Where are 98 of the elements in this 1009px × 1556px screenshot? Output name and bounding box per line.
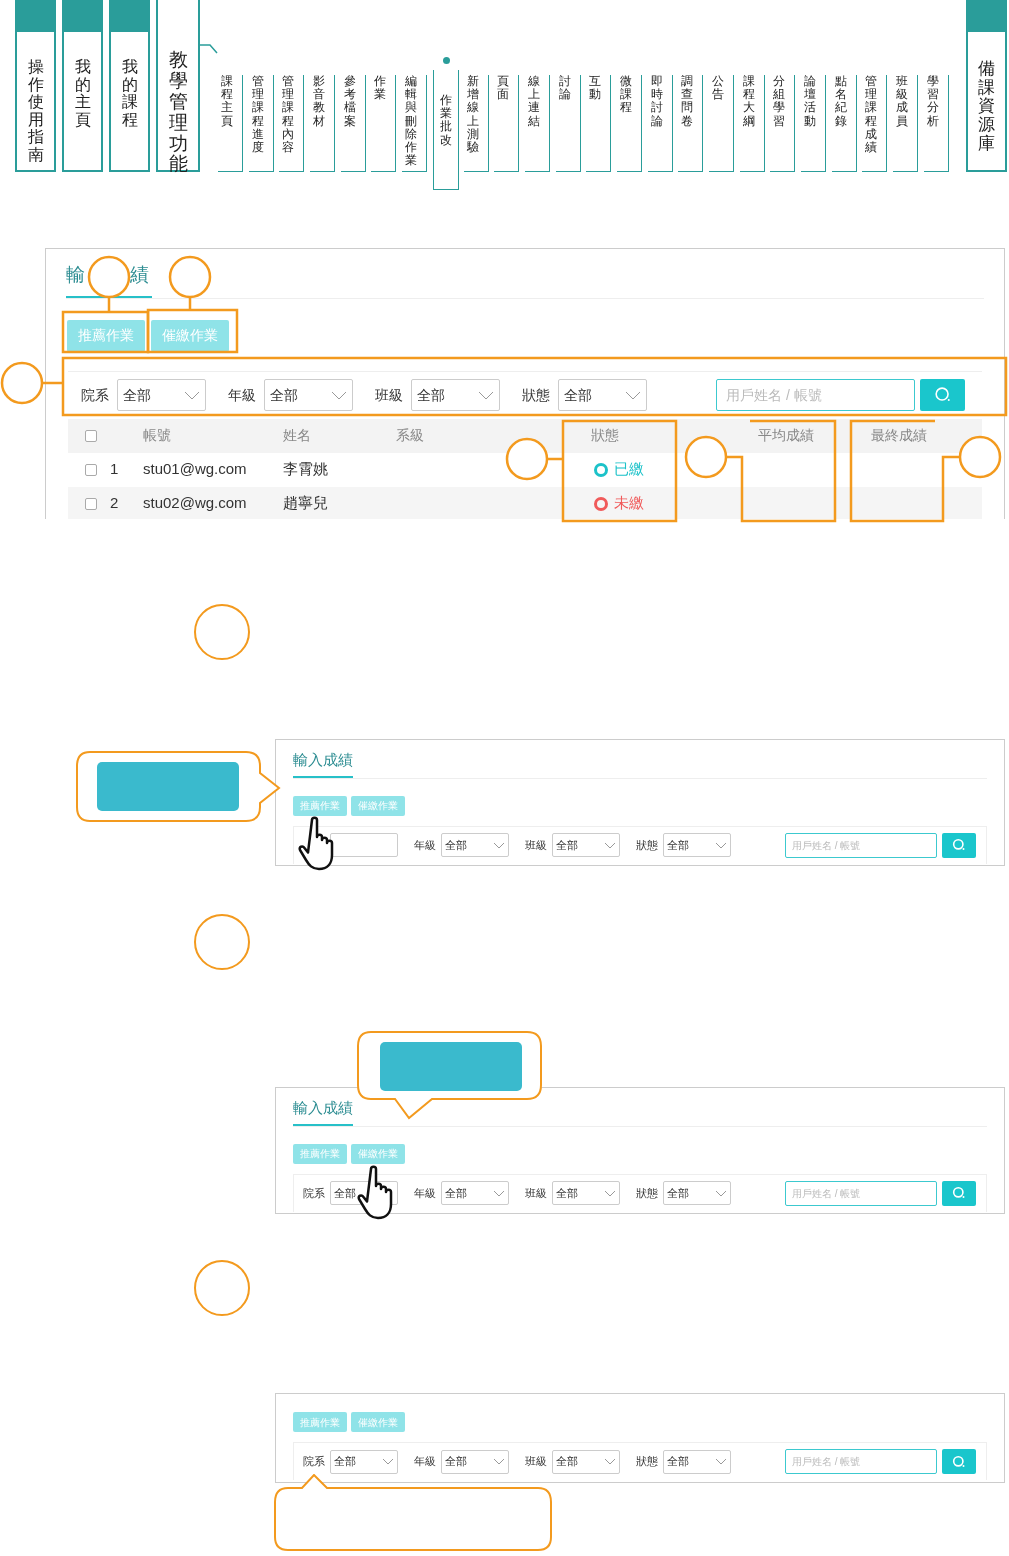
search-button[interactable] bbox=[942, 832, 976, 858]
status-label: 已繳 bbox=[614, 459, 644, 480]
page-title: 輸入成績 bbox=[293, 1097, 353, 1126]
dropdown[interactable]: 全部 bbox=[264, 379, 353, 411]
nav-sub-item[interactable]: 課程主頁 bbox=[218, 75, 243, 172]
column-header: 平均成績 bbox=[758, 426, 814, 445]
search-field[interactable]: 用戶姓名 / 帳號 bbox=[716, 379, 915, 411]
table-cell-text: stu02@wg.com bbox=[143, 493, 247, 514]
dropdown[interactable]: 全部 bbox=[552, 1449, 620, 1474]
table-cell-text: 趙寧兒 bbox=[283, 493, 328, 514]
nav-sub-item[interactable]: 作業 bbox=[371, 75, 397, 172]
nav-sub-item[interactable]: 課程大綱 bbox=[739, 75, 765, 172]
status-label: 未繳 bbox=[614, 493, 644, 514]
dropdown[interactable]: 全部 bbox=[558, 379, 647, 411]
nav-sub-item[interactable]: 公告 bbox=[709, 75, 734, 172]
filter-label: 院系 bbox=[81, 385, 110, 405]
filter-label: 班級 bbox=[525, 1454, 548, 1470]
column-header: 系級 bbox=[396, 426, 424, 445]
chevron-down-icon bbox=[604, 1189, 616, 1197]
chevron-down-icon bbox=[715, 1458, 727, 1465]
dropdown[interactable]: 全部 bbox=[117, 379, 206, 411]
filter-label: 班級 bbox=[525, 1185, 548, 1201]
dropdown[interactable]: 全部 bbox=[441, 1449, 509, 1474]
chevron-down-icon bbox=[715, 1189, 727, 1197]
nav-sub-item[interactable]: 管理課程成績 bbox=[862, 75, 888, 172]
chevron-down-icon bbox=[493, 1189, 505, 1197]
nav-sub-item[interactable]: 學習分析 bbox=[923, 75, 949, 172]
chevron-down-icon bbox=[331, 390, 347, 400]
page-title: 績 bbox=[130, 263, 149, 287]
chevron-down-icon bbox=[493, 841, 505, 849]
filter-label: 院系 bbox=[303, 1454, 326, 1470]
chevron-down-icon bbox=[604, 841, 616, 849]
nav-sub-item[interactable]: 頁面 bbox=[494, 75, 520, 172]
connector-line bbox=[200, 44, 218, 54]
filter-label: 狀態 bbox=[636, 837, 659, 853]
nav-sub-item[interactable]: 即時討論 bbox=[647, 75, 673, 172]
dropdown[interactable]: 全部 bbox=[663, 833, 731, 857]
nav-sub-item[interactable]: 新增線上測驗 bbox=[463, 75, 489, 172]
chevron-down-icon bbox=[625, 390, 641, 400]
filter-label: 年級 bbox=[414, 1454, 437, 1470]
page-title: 輸 bbox=[66, 263, 85, 287]
checkbox[interactable] bbox=[85, 463, 97, 476]
filter-label: 年級 bbox=[414, 837, 437, 853]
filter-label: 狀態 bbox=[636, 1185, 659, 1201]
row-number: 1 bbox=[110, 459, 119, 480]
chevron-down-icon bbox=[184, 390, 200, 400]
chevron-down-icon bbox=[715, 841, 727, 849]
search-button[interactable] bbox=[942, 1180, 976, 1206]
nav-sub-item[interactable]: 點名紀錄 bbox=[831, 75, 857, 172]
search-icon bbox=[952, 838, 966, 852]
chevron-down-icon bbox=[604, 1458, 616, 1465]
nav-sub-item[interactable]: 線上連結 bbox=[524, 75, 550, 172]
row-number: 2 bbox=[110, 493, 119, 514]
filter-label: 班級 bbox=[375, 385, 404, 405]
nav-sub-item[interactable]: 討論 bbox=[555, 75, 581, 172]
chevron-down-icon bbox=[478, 390, 494, 400]
nav-sub-item[interactable]: 調查問卷 bbox=[678, 75, 704, 172]
column-header: 帳號 bbox=[143, 426, 171, 445]
filter-label: 院系 bbox=[303, 1185, 326, 1201]
dropdown[interactable]: 全部 bbox=[441, 1181, 509, 1205]
nav-sub-item[interactable]: 班級成員 bbox=[893, 75, 919, 172]
nav-sub-item[interactable]: 分組學習 bbox=[770, 75, 796, 172]
table-cell-text: stu01@wg.com bbox=[143, 459, 247, 480]
dropdown[interactable]: 全部 bbox=[663, 1449, 731, 1474]
nav-sub-item[interactable]: 影音教材 bbox=[310, 75, 336, 172]
dropdown[interactable]: 全部 bbox=[552, 833, 620, 857]
dropdown[interactable]: 全部 bbox=[663, 1181, 731, 1205]
filter-label: 狀態 bbox=[636, 1454, 659, 1470]
chevron-down-icon bbox=[382, 1458, 394, 1465]
table-cell-text: 李霄姚 bbox=[283, 459, 328, 480]
nav-sub-item[interactable]: 管理課程進度 bbox=[248, 75, 274, 172]
search-button[interactable] bbox=[942, 1449, 976, 1474]
dropdown[interactable]: 全部 bbox=[330, 1449, 398, 1474]
filter-label: 年級 bbox=[228, 385, 257, 405]
checkbox[interactable] bbox=[85, 429, 97, 442]
filter-label: 班級 bbox=[525, 837, 548, 853]
column-header: 姓名 bbox=[283, 426, 311, 445]
column-header: 狀態 bbox=[591, 426, 619, 445]
nav-sub-item[interactable]: 編輯與刪除作業 bbox=[402, 75, 428, 172]
dropdown[interactable]: 全部 bbox=[552, 1181, 620, 1205]
checkbox[interactable] bbox=[85, 497, 97, 510]
dropdown[interactable]: 全部 bbox=[441, 833, 509, 857]
nav-sub-item[interactable]: 微課程 bbox=[616, 75, 642, 172]
nav-sub-item[interactable]: 參考檔案 bbox=[340, 75, 366, 172]
search-icon bbox=[952, 1454, 966, 1469]
nav-sub-item[interactable]: 互動 bbox=[586, 75, 612, 172]
dropdown[interactable]: 全部 bbox=[411, 379, 500, 411]
search-icon bbox=[933, 386, 952, 404]
nav-sub-item[interactable]: 論壇活動 bbox=[801, 75, 827, 172]
chevron-down-icon bbox=[493, 1458, 505, 1465]
page-title: 輸入成績 bbox=[293, 749, 353, 778]
search-icon bbox=[952, 1186, 966, 1200]
nav-sub-item[interactable]: 管理課程內容 bbox=[279, 75, 305, 172]
filter-label: 狀態 bbox=[522, 385, 551, 405]
filter-label: 年級 bbox=[414, 1185, 437, 1201]
search-button[interactable] bbox=[920, 379, 965, 411]
column-header: 最終成績 bbox=[871, 426, 927, 445]
nav-tab[interactable]: 教學管理功能 bbox=[156, 0, 200, 172]
